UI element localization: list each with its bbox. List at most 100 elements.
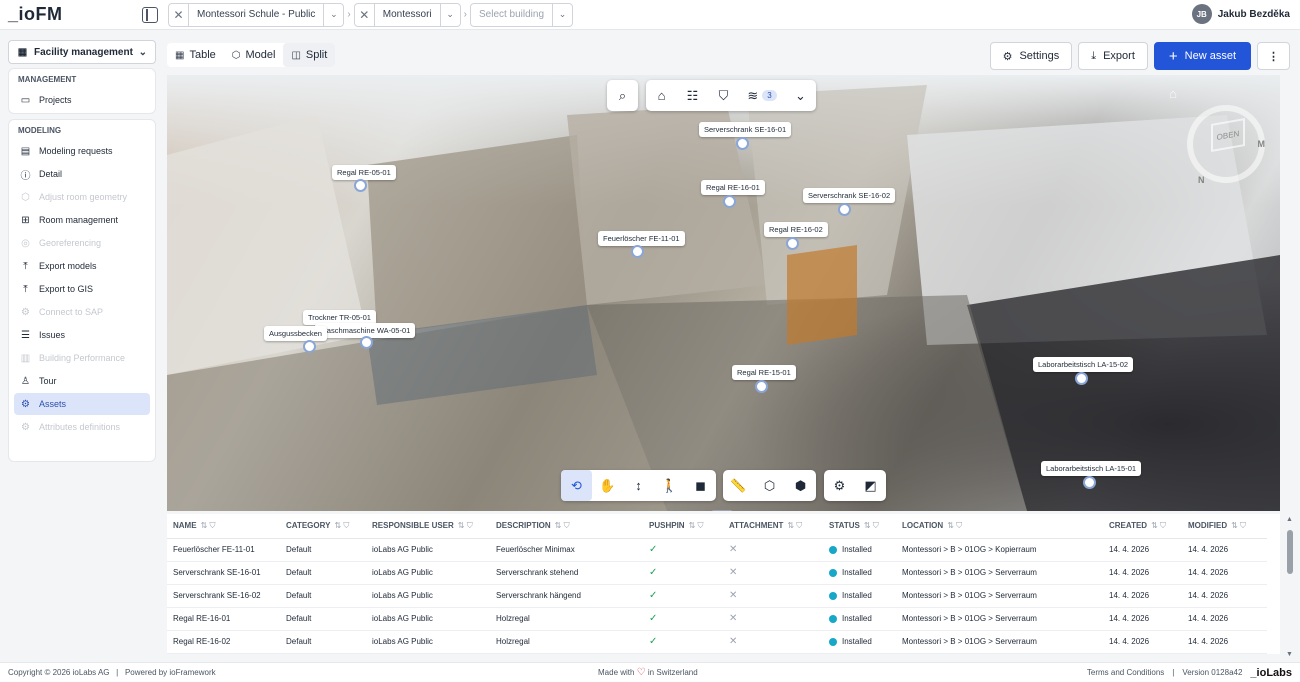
- sort-filter-icon[interactable]: ⇅ ⛉: [787, 521, 802, 530]
- table-row[interactable]: Regal RE-16-02 Default ioLabs AG Public …: [167, 630, 1267, 654]
- app-logo[interactable]: _ioFM: [8, 4, 142, 25]
- sidebar-item-assets[interactable]: ⚙ Assets: [14, 393, 150, 415]
- powered-by-link[interactable]: Powered by ioFramework: [125, 668, 216, 677]
- pushpin-dot[interactable]: [736, 137, 749, 150]
- sort-filter-icon[interactable]: ⇅ ⛉: [864, 521, 879, 530]
- sort-filter-icon[interactable]: ⇅ ⛉: [1151, 521, 1166, 530]
- column-header-responsible-user[interactable]: RESPONSIBLE USER ⇅ ⛉: [366, 514, 490, 539]
- pushpin-dot[interactable]: [354, 179, 367, 192]
- sort-filter-icon[interactable]: ⇅ ⛉: [689, 521, 704, 530]
- sort-filter-icon[interactable]: ⇅ ⛉: [458, 521, 473, 530]
- pushpin-dot[interactable]: [303, 340, 316, 353]
- camera-icon[interactable]: ◼: [685, 470, 716, 501]
- pushpin-dot[interactable]: [786, 237, 799, 250]
- tab-label: Model: [245, 49, 276, 61]
- zoom-vertical-icon[interactable]: ↕: [623, 470, 654, 501]
- gear-icon[interactable]: ⚙: [824, 470, 855, 501]
- ruler-icon[interactable]: 📏: [723, 470, 754, 501]
- layers-icon[interactable]: ≋ 3: [739, 80, 785, 111]
- sort-filter-icon[interactable]: ⇅ ⛉: [1231, 521, 1246, 530]
- column-header-modified[interactable]: MODIFIED ⇅ ⛉: [1182, 514, 1267, 539]
- sort-filter-icon[interactable]: ⇅ ⛉: [947, 521, 962, 530]
- more-menu-button[interactable]: ⋮: [1257, 42, 1290, 70]
- sidebar-item-modeling-requests[interactable]: ▤ Modeling requests: [14, 140, 150, 162]
- pushpin-dot[interactable]: [838, 203, 851, 216]
- section-cube-icon[interactable]: ⬡: [754, 470, 785, 501]
- table-header-row: NAME ⇅ ⛉ CATEGORY ⇅ ⛉ RESPONSIBLE USER ⇅ ⛉ …: [167, 514, 1267, 539]
- sidebar-item-export-models[interactable]: ⤒ Export models: [14, 255, 150, 277]
- chevron-down-icon[interactable]: ⌄: [439, 3, 460, 26]
- column-header-pushpin[interactable]: PUSHPIN ⇅ ⛉: [643, 514, 723, 539]
- cell-attachment: ✕: [723, 607, 823, 631]
- settings-button[interactable]: ⚙ Settings: [989, 42, 1073, 70]
- walk-person-icon[interactable]: 🚶: [654, 470, 685, 501]
- sidebar-item-export-to-gis[interactable]: ⤒ Export to GIS: [14, 278, 150, 300]
- sort-filter-icon[interactable]: ⇅ ⛉: [201, 521, 216, 530]
- cell-name: Serverschrank SE-16-01: [167, 561, 280, 585]
- column-header-description[interactable]: DESCRIPTION ⇅ ⛉: [490, 514, 643, 539]
- sidebar-item-detail[interactable]: ⓘ Detail: [14, 163, 150, 185]
- sidebar-item-room-management[interactable]: ⊞ Room management: [14, 209, 150, 231]
- table-row[interactable]: Serverschrank SE-16-01 Default ioLabs AG…: [167, 561, 1267, 585]
- home-icon[interactable]: ⌂: [646, 80, 677, 111]
- pushpin-dot[interactable]: [1075, 372, 1088, 385]
- column-header-label: LOCATION: [902, 520, 944, 530]
- module-select[interactable]: ▦ Facility management ⌄: [8, 40, 156, 64]
- table-row[interactable]: Serverschrank SE-16-02 Default ioLabs AG…: [167, 584, 1267, 608]
- view-cube[interactable]: OBEN N M: [1187, 105, 1265, 185]
- sort-filter-icon[interactable]: ⇅ ⛉: [555, 521, 570, 530]
- tab-model[interactable]: ⬡ Model: [224, 43, 284, 67]
- column-header-status[interactable]: STATUS ⇅ ⛉: [823, 514, 896, 539]
- scroll-down-icon[interactable]: ▼: [1286, 651, 1293, 658]
- column-header-category[interactable]: CATEGORY ⇅ ⛉: [280, 514, 366, 539]
- column-header-name[interactable]: NAME ⇅ ⛉: [167, 514, 280, 539]
- sidebar-item-projects[interactable]: ▭ Projects: [14, 89, 150, 111]
- sidebar-collapse-icon[interactable]: [142, 6, 158, 23]
- table-row[interactable]: Feuerlöscher FE-11-01 Default ioLabs AG …: [167, 538, 1267, 562]
- building-group-selector[interactable]: ✕ Montessori ⌄: [353, 2, 461, 27]
- export-button[interactable]: ⤓ Export: [1078, 42, 1148, 70]
- site-selector[interactable]: ✕ Montessori Schule - Public ⌄: [168, 2, 345, 27]
- column-header-created[interactable]: CREATED ⇅ ⛉: [1103, 514, 1182, 539]
- clear-site-icon[interactable]: ✕: [169, 3, 189, 26]
- table-row[interactable]: Regal RE-16-01 Default ioLabs AG Public …: [167, 607, 1267, 631]
- sidebar-item-label: Modeling requests: [39, 146, 113, 156]
- table-scrollbar[interactable]: ▲ ▼: [1286, 516, 1294, 658]
- sidebar-item-issues[interactable]: ☰ Issues: [14, 324, 150, 346]
- scroll-up-icon[interactable]: ▲: [1286, 516, 1293, 523]
- split-resize-handle[interactable]: [712, 510, 732, 511]
- scrollbar-thumb[interactable]: [1287, 530, 1293, 574]
- home-view-icon[interactable]: ⌂: [1169, 86, 1177, 101]
- model-viewer[interactable]: ⌂ OBEN N M ⌕ ⌂ ☷ ⛉ ≋ 3 ⌄ Serverschrank SE…: [167, 75, 1280, 511]
- view-cube-face[interactable]: OBEN: [1211, 118, 1245, 152]
- orbit-icon[interactable]: ⟲: [561, 470, 592, 501]
- pushpin-dot[interactable]: [360, 336, 373, 349]
- chevron-down-icon[interactable]: ⌄: [552, 3, 572, 26]
- chevron-down-icon[interactable]: ⌄: [785, 80, 816, 111]
- footer-right: Terms and Conditions | Version 0128a42 _…: [1087, 667, 1292, 679]
- explode-cube-icon[interactable]: ⬢: [785, 470, 816, 501]
- pushpin-dot[interactable]: [631, 245, 644, 258]
- fullscreen-icon[interactable]: ◩: [855, 470, 886, 501]
- pushpin-dot[interactable]: [755, 380, 768, 393]
- pushpin-dot[interactable]: [1083, 476, 1096, 489]
- tab-table[interactable]: ▦ Table: [167, 43, 224, 67]
- column-header-location[interactable]: LOCATION ⇅ ⛉: [896, 514, 1103, 539]
- bookmark-icon[interactable]: ⛉: [708, 80, 739, 111]
- building-selector[interactable]: Select building ⌄: [469, 2, 574, 27]
- iolabs-logo[interactable]: _ioLabs: [1250, 667, 1292, 679]
- tree-icon[interactable]: ☷: [677, 80, 708, 111]
- sort-filter-icon[interactable]: ⇅ ⛉: [334, 521, 349, 530]
- pan-hand-icon[interactable]: ✋: [592, 470, 623, 501]
- clear-building-group-icon[interactable]: ✕: [355, 3, 375, 26]
- tab-split[interactable]: ◫ Split: [283, 43, 336, 67]
- chevron-down-icon[interactable]: ⌄: [323, 3, 343, 26]
- new-asset-button[interactable]: + New asset: [1153, 42, 1251, 70]
- sidebar-item-tour[interactable]: ♙ Tour: [14, 370, 150, 392]
- pushpin-dot[interactable]: [723, 195, 736, 208]
- cell-created: 14. 4. 2026: [1103, 584, 1182, 608]
- search-icon[interactable]: ⌕: [607, 80, 638, 111]
- terms-link[interactable]: Terms and Conditions: [1087, 668, 1164, 677]
- user-menu[interactable]: JB Jakub Bezděka: [1191, 4, 1290, 24]
- column-header-attachment[interactable]: ATTACHMENT ⇅ ⛉: [723, 514, 823, 539]
